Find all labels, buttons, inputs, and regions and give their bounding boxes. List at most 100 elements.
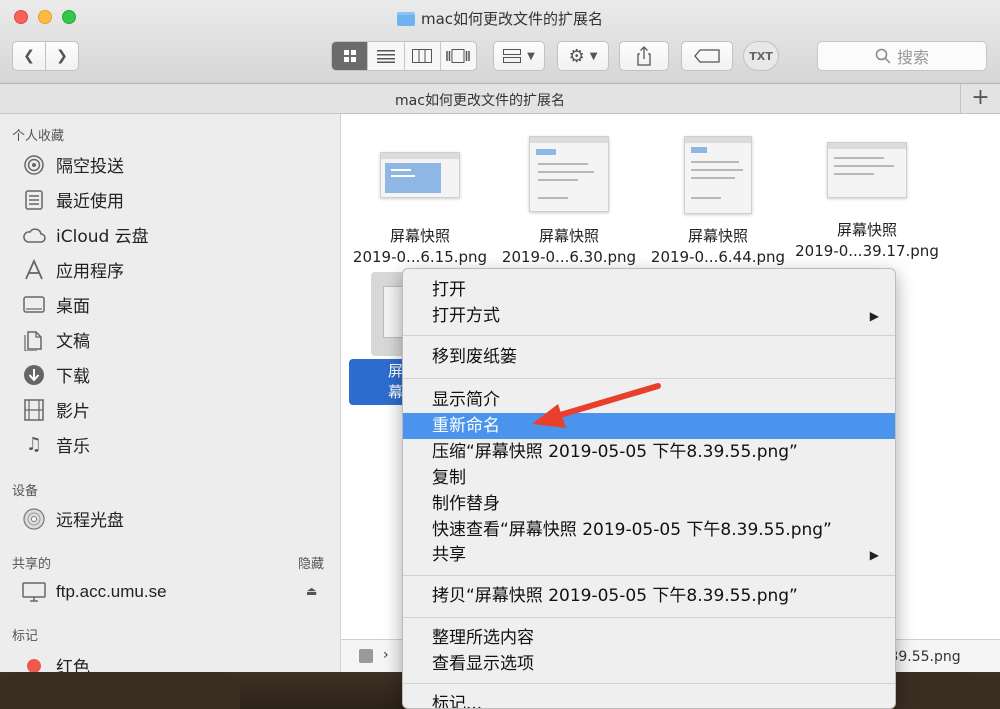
shared-header: 共享的: [12, 557, 52, 572]
group-by-button[interactable]: ▼: [493, 41, 545, 71]
menu-item-clean-up-selection[interactable]: 整理所选内容: [403, 625, 895, 651]
sidebar-item-movies[interactable]: 影片: [22, 397, 90, 422]
file-name-line2: 2019-0...6.15.png: [352, 248, 488, 266]
menu-item-label: 打开: [432, 280, 466, 300]
chevron-left-icon: ❮: [23, 48, 35, 64]
selected-file-name[interactable]: 屏幕 2019-0: [349, 359, 407, 405]
tab-bar: mac如何更改文件的扩展名 +: [0, 84, 1000, 114]
back-button[interactable]: ❮: [12, 41, 46, 71]
chevron-down-icon: ▼: [527, 50, 535, 62]
icon-view-button[interactable]: [332, 42, 369, 70]
sidebar-item-tag-red[interactable]: 红色: [22, 653, 90, 672]
txt-extension-button[interactable]: TXT: [743, 41, 779, 71]
recents-icon: [22, 188, 46, 212]
sidebar-item-airdrop[interactable]: 隔空投送: [22, 152, 124, 177]
sidebar-item-label: 远程光盘: [56, 511, 124, 531]
file-name-line2: 2019-0...6.44.png: [650, 248, 786, 266]
menu-item-quick-look[interactable]: 快速查看“屏幕快照 2019-05-05 下午8.39.55.png”: [403, 517, 895, 543]
menu-item-label: 重新命名: [432, 416, 500, 436]
file-name-line1: 屏幕快照: [836, 221, 897, 239]
gallery-icon: [446, 49, 471, 63]
sidebar-item-downloads[interactable]: 下载: [22, 362, 90, 387]
sidebar-item-recents[interactable]: 最近使用: [22, 187, 124, 212]
forward-button[interactable]: ❯: [45, 41, 79, 71]
chevron-down-icon: ▼: [589, 50, 598, 62]
sidebar-item-icloud[interactable]: iCloud 云盘: [22, 222, 149, 247]
menu-item-compress[interactable]: 压缩“屏幕快照 2019-05-05 下午8.39.55.png”: [403, 439, 895, 465]
menu-item-label: 显示简介: [432, 390, 500, 410]
context-menu: 打开 打开方式 ▶ 移到废纸篓 显示简介 重新命名 压缩“屏幕快照 2019-05…: [402, 268, 896, 709]
window-title: mac如何更改文件的扩展名: [0, 8, 1000, 29]
action-button[interactable]: ⚙ ▼: [557, 41, 609, 71]
gallery-view-button[interactable]: [441, 42, 476, 70]
sidebar-item-label: ftp.acc.umu.se: [56, 582, 167, 601]
add-tab-button[interactable]: +: [960, 84, 1000, 114]
menu-item-tags[interactable]: 标记...: [403, 691, 895, 708]
menu-item-open-with[interactable]: 打开方式 ▶: [403, 303, 895, 329]
menu-item-label: 制作替身: [432, 494, 500, 514]
drive-icon: [359, 649, 373, 663]
folder-icon: [396, 12, 415, 26]
columns-icon: [412, 49, 433, 63]
selected-file-name-line1: 屏幕: [388, 362, 404, 401]
menu-item-label: 复制: [432, 468, 466, 488]
chevron-right-icon: ❯: [56, 48, 68, 64]
eject-icon[interactable]: ⏏: [306, 584, 317, 598]
sidebar-item-music[interactable]: ♫ 音乐: [22, 432, 90, 457]
selected-file-name-line2: 2019-0: [355, 403, 401, 405]
grouped-grid-icon: [503, 49, 522, 63]
menu-item-label: 共享: [432, 545, 466, 565]
menu-item-duplicate[interactable]: 复制: [403, 465, 895, 491]
sidebar-item-documents[interactable]: 文稿: [22, 327, 90, 352]
music-icon: ♫: [25, 434, 43, 455]
menu-item-share[interactable]: 共享 ▶: [403, 542, 895, 568]
red-tag-icon: [22, 654, 46, 672]
file-item[interactable]: 屏幕快照 2019-0...6.30.png: [494, 136, 644, 268]
sidebar-item-applications[interactable]: 应用程序: [22, 257, 124, 282]
menu-item-make-alias[interactable]: 制作替身: [403, 491, 895, 517]
file-item[interactable]: 屏幕快照 2019-0...39.17.png: [792, 142, 942, 262]
window-title-text: mac如何更改文件的扩展名: [420, 10, 604, 28]
menu-separator: [403, 378, 895, 379]
status-filename: .39.55.png: [885, 649, 961, 665]
sidebar-item-label: 音乐: [56, 437, 90, 457]
menu-item-move-to-trash[interactable]: 移到废纸篓: [403, 344, 895, 370]
desktop-icon: [22, 293, 46, 317]
menu-item-copy[interactable]: 拷贝“屏幕快照 2019-05-05 下午8.39.55.png”: [403, 583, 895, 609]
menu-item-label: 整理所选内容: [432, 628, 534, 648]
menu-item-open[interactable]: 打开: [403, 277, 895, 303]
favorites-header: 个人收藏: [12, 129, 65, 144]
movies-icon: [22, 398, 46, 422]
search-field[interactable]: 搜索: [817, 41, 987, 71]
tag-icon: [694, 49, 720, 63]
menu-item-label: 打开方式: [432, 306, 500, 326]
menu-separator: [403, 683, 895, 684]
search-placeholder: 搜索: [896, 48, 929, 67]
file-thumbnail: [827, 142, 907, 198]
airdrop-icon: [22, 153, 46, 177]
file-item[interactable]: 屏幕快照 2019-0...6.44.png: [643, 136, 793, 268]
server-icon: [22, 580, 46, 604]
search-icon: [875, 48, 891, 64]
sidebar-item-label: 隔空投送: [56, 157, 124, 177]
sidebar-item-label: 下载: [56, 367, 90, 387]
documents-icon: [22, 328, 46, 352]
red-annotation-arrow-icon: [532, 383, 661, 428]
sidebar-item-label: 影片: [56, 402, 90, 422]
file-thumbnail: [380, 152, 460, 198]
list-view-button[interactable]: [368, 42, 405, 70]
tag-button[interactable]: [681, 41, 733, 71]
sidebar-item-ftp-server[interactable]: ftp.acc.umu.se: [22, 580, 167, 604]
grid-icon: [343, 50, 356, 62]
menu-separator: [403, 575, 895, 576]
column-view-button[interactable]: [405, 42, 441, 70]
share-button[interactable]: [619, 41, 669, 71]
view-mode-segment: [331, 41, 477, 71]
sidebar-item-remote-disc[interactable]: 远程光盘: [22, 506, 124, 531]
shared-hide-button[interactable]: 隐藏: [298, 553, 324, 572]
menu-item-show-view-options[interactable]: 查看显示选项: [403, 651, 895, 677]
txt-label: TXT: [749, 49, 773, 63]
tab-title[interactable]: mac如何更改文件的扩展名: [0, 90, 960, 110]
sidebar-item-desktop[interactable]: 桌面: [22, 292, 90, 317]
file-item[interactable]: 屏幕快照 2019-0...6.15.png: [345, 152, 495, 268]
